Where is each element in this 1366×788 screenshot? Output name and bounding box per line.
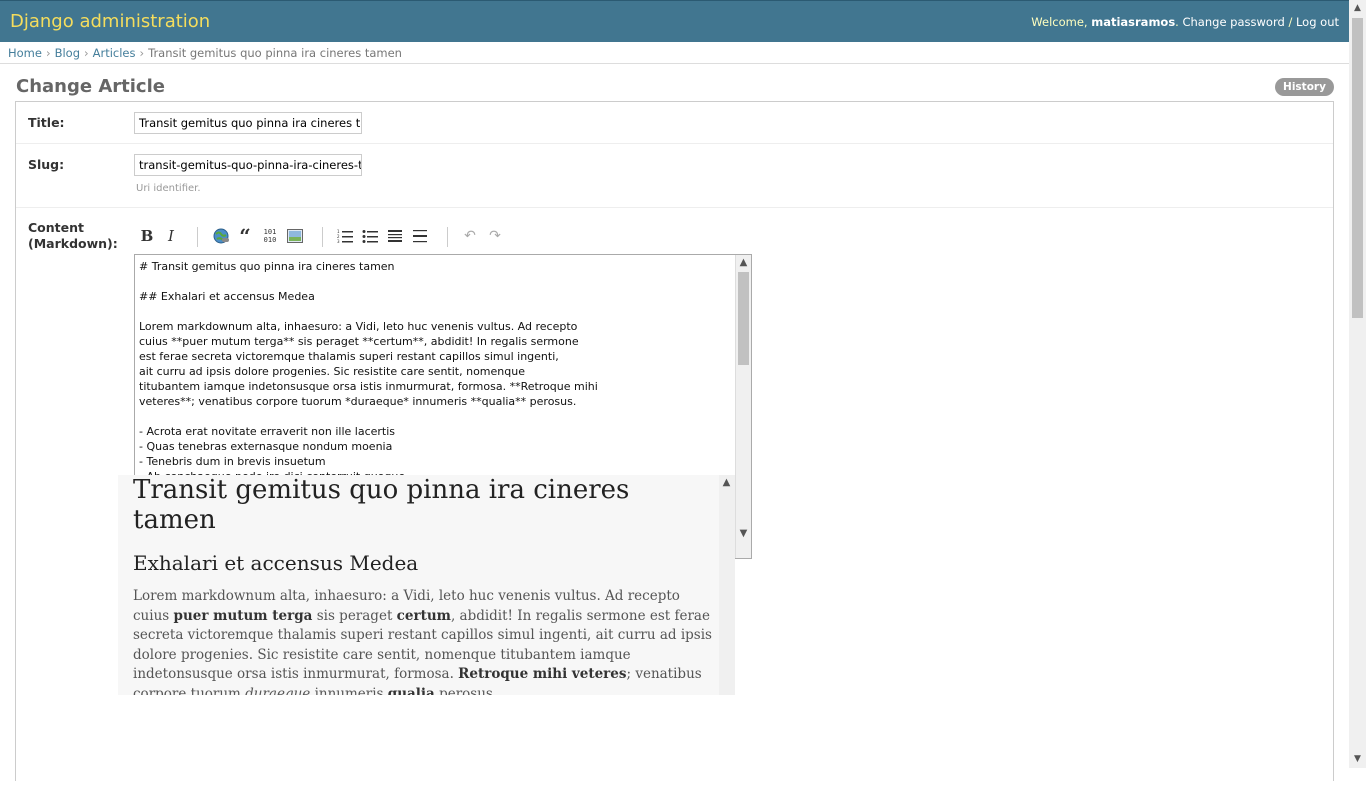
- content-label-line1: Content: [28, 220, 84, 235]
- breadcrumb-articles[interactable]: Articles: [93, 46, 136, 60]
- page-scroll-thumb[interactable]: [1352, 18, 1363, 318]
- toolbar-divider: [197, 227, 198, 247]
- toolbar-divider: [447, 227, 448, 247]
- username: matiasramos: [1091, 15, 1176, 29]
- breadcrumb-home[interactable]: Home: [8, 46, 42, 60]
- code-button[interactable]: 101 010: [259, 225, 281, 247]
- preview-bold: qualia: [387, 685, 435, 696]
- title-input[interactable]: Transit gemitus quo pinna ira cineres ta…: [134, 112, 362, 134]
- image-button[interactable]: [284, 225, 306, 247]
- content-label-line2: (Markdown):: [28, 236, 118, 251]
- welcome-text: Welcome,: [1031, 15, 1088, 29]
- italic-button[interactable]: I: [160, 225, 182, 247]
- page-scrollbar[interactable]: ▲ ▼: [1349, 0, 1366, 768]
- user-tools: Welcome, matiasramos. Change password / …: [1031, 15, 1339, 29]
- preview-text: perosus.: [434, 685, 498, 696]
- unordered-list-button[interactable]: [359, 225, 381, 247]
- editor-scrollbar[interactable]: ▲ ▼: [735, 255, 751, 558]
- redo-button[interactable]: ↷: [484, 225, 506, 247]
- preview-heading-1: Transit gemitus quo pinna ira cineres ta…: [133, 475, 630, 535]
- horizontal-rule-button[interactable]: [409, 225, 431, 247]
- editor-scroll-thumb[interactable]: [738, 272, 749, 365]
- scroll-down-icon[interactable]: ▼: [1349, 751, 1366, 768]
- preview-bold: puer mutum terga: [173, 607, 313, 624]
- breadcrumb-current: Transit gemitus quo pinna ira cineres ta…: [148, 46, 402, 60]
- preview-paragraph: Lorem markdownum alta, inhaesuro: a Vidi…: [133, 587, 720, 695]
- page-title: Change Article: [16, 76, 165, 97]
- preview-scrollbar[interactable]: ▲: [719, 475, 735, 695]
- heading-icon: [388, 230, 402, 242]
- quote-button[interactable]: “: [234, 225, 256, 247]
- scroll-up-icon[interactable]: ▲: [736, 255, 751, 270]
- preview-italic: duraeque: [245, 685, 311, 696]
- change-password-link[interactable]: Change password: [1182, 15, 1284, 29]
- bold-button[interactable]: B: [136, 225, 158, 247]
- heading-button[interactable]: [384, 225, 406, 247]
- slug-help-text: Uri identifier.: [136, 183, 201, 194]
- site-branding[interactable]: Django administration: [10, 11, 210, 32]
- horizontal-rule-icon: [413, 230, 427, 243]
- breadcrumb: Home › Blog › Articles › Transit gemitus quo p…: [0, 42, 1349, 64]
- image-icon: [287, 229, 303, 243]
- markdown-preview: Transit gemitus quo pinna ira cineres ta…: [118, 475, 735, 695]
- link-button[interactable]: [210, 225, 232, 247]
- title-label: Title:: [28, 115, 65, 130]
- preview-heading-2: Exhalari et accensus Medea: [133, 551, 419, 575]
- history-button[interactable]: History: [1275, 78, 1334, 96]
- unordered-list-icon: [362, 230, 378, 243]
- code-icon: 101: [263, 228, 277, 236]
- breadcrumb-separator: ›: [45, 46, 51, 60]
- breadcrumb-separator: ›: [139, 46, 145, 60]
- toolbar-divider: [322, 227, 323, 247]
- scroll-up-icon[interactable]: ▲: [719, 475, 734, 490]
- scroll-up-icon[interactable]: ▲: [1349, 0, 1366, 17]
- preview-bold: certum: [396, 607, 451, 624]
- user-tools-separator: /: [1288, 15, 1293, 29]
- ordered-list-icon: 1 2 3: [337, 229, 353, 244]
- ordered-list-button[interactable]: 1 2 3: [334, 225, 356, 247]
- globe-link-icon: [213, 228, 229, 244]
- preview-bold: Retroque mihi veteres: [458, 666, 627, 682]
- breadcrumb-blog[interactable]: Blog: [55, 46, 80, 60]
- undo-button[interactable]: ↶: [459, 225, 481, 247]
- slug-input[interactable]: transit-gemitus-quo-pinna-ira-cineres-ta…: [134, 154, 362, 176]
- markdown-toolbar: B I “ 101 010 1 2 3 ↶ ↷: [134, 225, 634, 247]
- title-row: Title: Transit gemitus quo pinna ira cin…: [16, 102, 1333, 144]
- preview-text: innumeris: [310, 685, 388, 696]
- svg-text:3: 3: [337, 239, 340, 243]
- scroll-down-icon[interactable]: ▼: [736, 526, 751, 541]
- slug-row: Slug: transit-gemitus-quo-pinna-ira-cine…: [16, 144, 1333, 208]
- preview-text: sis peraget: [312, 607, 397, 624]
- header-bar: Django administration Welcome, matiasram…: [0, 0, 1349, 42]
- logout-link[interactable]: Log out: [1296, 15, 1339, 29]
- breadcrumb-separator: ›: [84, 46, 89, 60]
- slug-label: Slug:: [28, 157, 65, 172]
- content-label: Content (Markdown):: [28, 220, 118, 252]
